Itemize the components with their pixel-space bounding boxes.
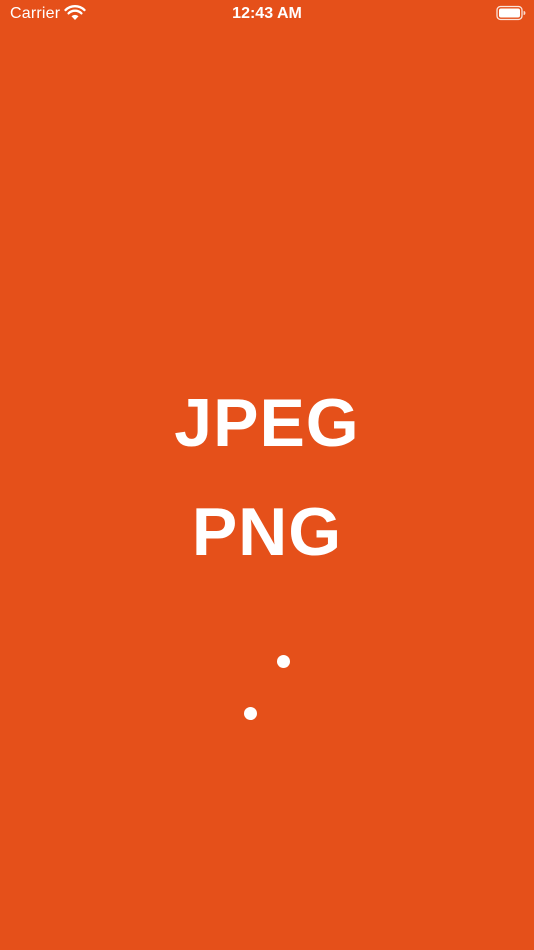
splash-title-jpeg: JPEG — [174, 385, 360, 461]
status-time: 12:43 AM — [232, 5, 302, 22]
status-bar: Carrier 12:43 AM — [0, 0, 534, 28]
loading-dot — [244, 707, 257, 720]
loading-dot — [277, 655, 290, 668]
splash-title-png: PNG — [191, 494, 343, 570]
